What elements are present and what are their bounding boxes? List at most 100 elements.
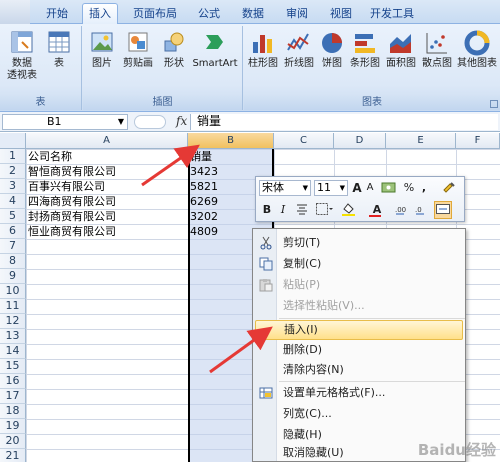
table-button[interactable]: 表 (44, 30, 74, 70)
smartart-button[interactable]: SmartArt (191, 30, 239, 70)
borders-button[interactable] (314, 202, 334, 218)
column-header-a[interactable]: A (26, 133, 188, 149)
increase-decimal-button[interactable]: .00 (394, 202, 412, 218)
row-header-15[interactable]: 15 (0, 359, 26, 374)
bar-chart-button[interactable]: 条形图 (348, 30, 382, 70)
grow-font-button[interactable]: A (351, 180, 363, 196)
row-header-16[interactable]: 16 (0, 374, 26, 389)
tab-data[interactable]: 数据 (236, 5, 270, 24)
format-painter-button[interactable] (440, 180, 458, 196)
row-header-21[interactable]: 21 (0, 449, 26, 462)
accounting-format-button[interactable] (380, 180, 398, 196)
row-header-20[interactable]: 20 (0, 434, 26, 449)
cell-a5[interactable]: 封扬商贸有限公司 (28, 209, 116, 224)
align-center-button[interactable] (294, 202, 310, 218)
merge-center-button[interactable] (434, 201, 452, 219)
column-header-b[interactable]: B (188, 133, 274, 149)
row-header-9[interactable]: 9 (0, 269, 26, 284)
pie-chart-button[interactable]: 饼图 (318, 30, 346, 70)
cell-b3[interactable]: 5821 (190, 179, 218, 194)
column-header-e[interactable]: E (386, 133, 456, 149)
office-button[interactable] (0, 0, 30, 24)
picture-button[interactable]: 图片 (87, 30, 117, 70)
shapes-button[interactable]: 形状 (159, 30, 189, 70)
formula-input[interactable]: 销量 (190, 114, 498, 130)
cell-a3[interactable]: 百事兴有限公司 (28, 179, 105, 194)
menu-item-cut[interactable]: 剪切(T) (255, 233, 463, 253)
fill-color-button[interactable] (340, 202, 362, 218)
select-all-corner[interactable] (0, 133, 26, 149)
row-header-12[interactable]: 12 (0, 314, 26, 329)
decrease-decimal-icon-button[interactable]: .0 (414, 202, 432, 218)
chart-dialog-launcher[interactable] (490, 100, 498, 108)
cell-a1[interactable]: 公司名称 (28, 149, 72, 164)
area-chart-button[interactable]: 面积图 (384, 30, 418, 70)
clip-art-button[interactable]: 剪贴画 (121, 30, 155, 70)
name-box[interactable]: B1 ▼ (2, 114, 128, 130)
cell-b1[interactable]: 销量 (190, 149, 212, 164)
menu-item-delete[interactable]: 删除(D) (255, 340, 463, 360)
row-header-17[interactable]: 17 (0, 389, 26, 404)
font-name-select[interactable]: 宋体 ▼ (259, 180, 311, 196)
cell-a6[interactable]: 恒业商贸有限公司 (28, 224, 116, 239)
row-header-18[interactable]: 18 (0, 404, 26, 419)
line-chart-button[interactable]: 折线图 (282, 30, 316, 70)
cell-b5[interactable]: 3202 (190, 209, 218, 224)
cell-b4[interactable]: 6269 (190, 194, 218, 209)
font-color-button[interactable]: A (366, 202, 388, 218)
row-header-8[interactable]: 8 (0, 254, 26, 269)
tab-review[interactable]: 审阅 (280, 5, 314, 24)
menu-item-insert[interactable]: 插入(I) (255, 320, 463, 340)
formula-bar-resize-handle[interactable] (134, 115, 166, 129)
name-box-value: B1 (47, 115, 62, 128)
font-size-select[interactable]: 11 ▼ (314, 180, 348, 196)
comma-style-button[interactable]: , (418, 180, 430, 196)
tab-developer[interactable]: 开发工具 (364, 5, 420, 24)
menu-item-format-cells[interactable]: 设置单元格格式(F)... (255, 383, 463, 403)
format-painter-icon (443, 182, 455, 193)
percent-button[interactable]: % (402, 180, 416, 196)
tab-formulas[interactable]: 公式 (192, 5, 226, 24)
row-header-13[interactable]: 13 (0, 329, 26, 344)
cell-b2[interactable]: 3423 (190, 164, 218, 179)
row-header-3[interactable]: 3 (0, 179, 26, 194)
bar-chart-label: 条形图 (350, 58, 380, 69)
row-header-10[interactable]: 10 (0, 284, 26, 299)
row-header-5[interactable]: 5 (0, 209, 26, 224)
column-header-c[interactable]: C (274, 133, 334, 149)
cell-b6[interactable]: 4809 (190, 224, 218, 239)
row-header-19[interactable]: 19 (0, 419, 26, 434)
italic-button[interactable]: I (276, 202, 290, 218)
menu-item-paste[interactable]: 粘贴(P) (255, 275, 463, 295)
shrink-font-button[interactable]: A (364, 180, 376, 196)
menu-item-copy[interactable]: 复制(C) (255, 254, 463, 274)
other-charts-button[interactable]: 其他图表 (456, 30, 498, 70)
scatter-chart-button[interactable]: 散点图 (420, 30, 454, 70)
cell-a4[interactable]: 四海商贸有限公司 (28, 194, 116, 209)
tab-insert[interactable]: 插入 (82, 3, 118, 25)
row-header-1[interactable]: 1 (0, 149, 26, 164)
column-header-f[interactable]: F (456, 133, 500, 149)
cell-a2[interactable]: 智恒商贸有限公司 (28, 164, 116, 179)
tab-home[interactable]: 开始 (40, 5, 74, 24)
column-chart-button[interactable]: 柱形图 (246, 30, 280, 70)
row-header-11[interactable]: 11 (0, 299, 26, 314)
pivot-table-button[interactable]: 数据 透视表 (4, 30, 40, 82)
menu-item-clear-contents-label: 清除内容(N) (283, 363, 344, 376)
menu-item-column-width[interactable]: 列宽(C)... (255, 404, 463, 424)
row-header-4[interactable]: 4 (0, 194, 26, 209)
menu-item-paste-special[interactable]: 选择性粘贴(V)... (255, 296, 463, 316)
insert-function-icon[interactable]: fx (176, 114, 187, 128)
paste-icon (259, 279, 273, 292)
row-header-6[interactable]: 6 (0, 224, 26, 239)
tab-view[interactable]: 视图 (324, 5, 358, 24)
row-header-2[interactable]: 2 (0, 164, 26, 179)
bar-chart-icon (355, 34, 375, 53)
menu-item-clear-contents[interactable]: 清除内容(N) (255, 360, 463, 380)
chevron-down-icon[interactable]: ▼ (118, 115, 124, 129)
bold-button[interactable]: B (260, 202, 274, 218)
column-header-d[interactable]: D (334, 133, 386, 149)
row-header-7[interactable]: 7 (0, 239, 26, 254)
tab-page-layout[interactable]: 页面布局 (127, 5, 183, 24)
row-header-14[interactable]: 14 (0, 344, 26, 359)
